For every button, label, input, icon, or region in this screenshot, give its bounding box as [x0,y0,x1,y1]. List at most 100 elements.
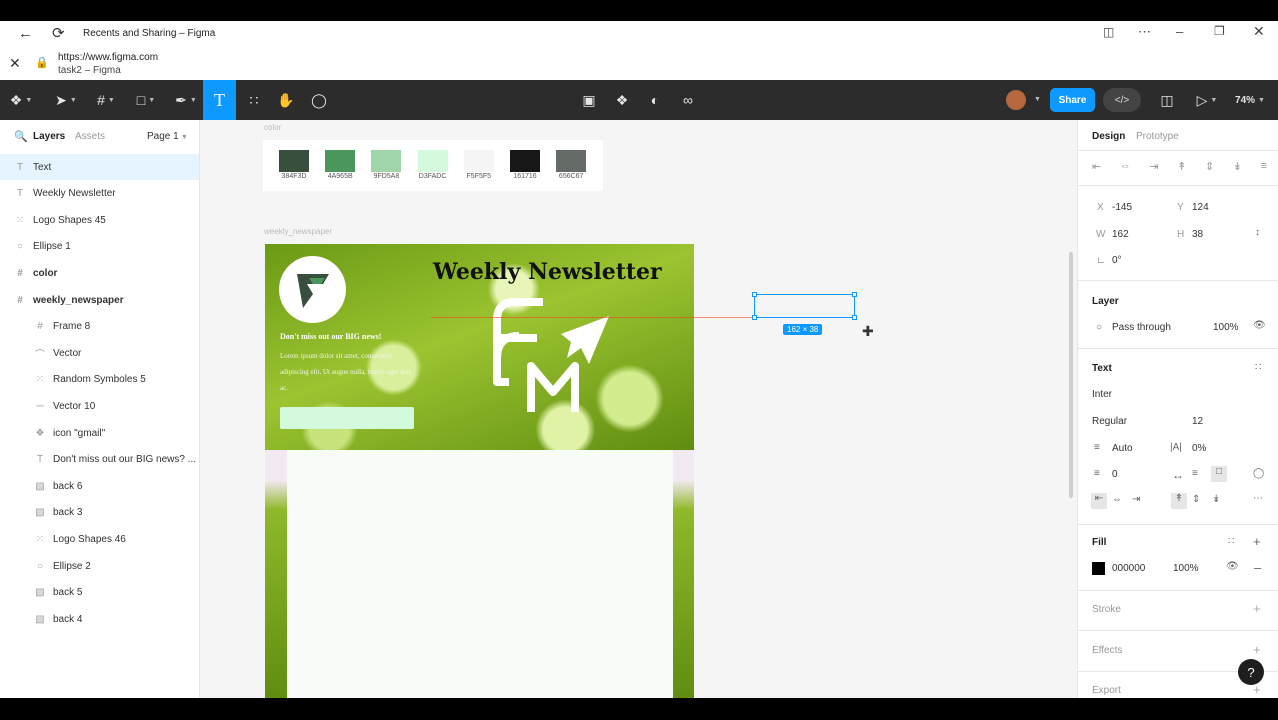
newsletter-frame-label[interactable]: weekly_newspaper [264,227,332,236]
resize-handle[interactable] [852,292,857,297]
align-middle-icon[interactable]: ⇕ [1205,160,1214,173]
font-size-field[interactable]: 12 [1192,416,1203,427]
line-height-field[interactable]: Auto [1112,443,1133,454]
height-field[interactable]: 38 [1192,229,1203,240]
newsletter-body[interactable]: Lorem ipsum dolor sit amet, consectetur … [280,348,420,396]
newsletter-content-area[interactable] [287,450,673,698]
mask-button[interactable]: ◐ [644,80,666,120]
auto-width-icon[interactable]: ↔ [1172,468,1184,482]
resize-handle[interactable] [852,315,857,320]
user-avatar[interactable] [1006,90,1026,110]
shape-tool-button[interactable]: □ ▼ [130,80,162,120]
fixed-size-icon[interactable]: □ [1211,466,1227,482]
layer-row[interactable]: T Weekly Newsletter [0,181,199,207]
constrain-proportions-icon[interactable]: ↕ [1255,227,1260,238]
distribute-icon[interactable]: ≡ [1261,160,1267,173]
page-selector[interactable]: Page 1 [147,131,179,142]
layer-row[interactable]: ⁙ Logo Shapes 45 [0,207,199,233]
layer-row[interactable]: T Text [0,154,199,180]
layer-row[interactable]: # weekly_newspaper [0,287,199,313]
align-center-icon[interactable]: ⇔ [1120,160,1131,173]
resources-button[interactable]: ∷ [242,80,266,120]
app-menu-icon[interactable]: ◫ [1103,25,1114,39]
reload-icon[interactable]: ⟳ [52,24,65,42]
font-weight-dropdown[interactable]: Regular [1092,416,1127,427]
more-text-options-icon[interactable]: ⋯ [1253,493,1263,504]
color-swatch[interactable] [417,150,448,172]
layer-row[interactable]: ▧ back 3 [0,500,199,526]
color-swatch[interactable] [325,150,356,172]
text-align-left-icon[interactable]: ⇤ [1091,493,1107,509]
comment-tool-button[interactable]: ◯ [307,80,331,120]
zoom-dropdown[interactable]: 74% ▼ [1230,80,1270,120]
url-text[interactable]: https://www.figma.com [58,52,158,63]
fill-visibility-icon[interactable]: 👁 [1226,561,1239,572]
layer-row[interactable]: ⌒ Vector [0,340,199,366]
close-window-icon[interactable]: ✕ [1253,23,1265,40]
chevron-down-icon[interactable]: ▼ [1034,96,1041,103]
layer-row[interactable]: ○ Ellipse 1 [0,234,199,260]
eye-icon[interactable]: 👁 [1253,320,1266,331]
color-swatch[interactable] [463,150,494,172]
library-button[interactable]: ◫ [1156,80,1178,120]
search-icon[interactable]: 🔍 [14,130,28,143]
vertical-align-top-icon[interactable]: ↟ [1171,493,1187,509]
letter-spacing-field[interactable]: 0% [1192,443,1206,454]
layer-row[interactable]: ─ Vector 10 [0,393,199,419]
tab-layers[interactable]: Layers [33,131,65,142]
width-field[interactable]: 162 [1112,229,1129,240]
cta-button[interactable] [280,407,414,429]
blend-mode-dropdown[interactable]: Pass through [1112,322,1171,333]
align-bottom-icon[interactable]: ↡ [1233,160,1242,173]
logo-circle[interactable] [279,256,346,323]
maximize-icon[interactable]: ❐ [1214,24,1225,38]
color-swatch[interactable] [279,150,309,172]
rotation-field[interactable]: 0° [1112,255,1122,266]
move-tool-button[interactable]: ➤ ▼ [50,80,82,120]
text-options-icon[interactable]: ◯ [1253,468,1264,479]
font-family-dropdown[interactable]: Inter [1092,389,1112,400]
layer-row[interactable]: ▧ back 6 [0,473,199,499]
canvas[interactable]: color 384F3D 4A965B 9FD5A8 D3FADC F5F5F5 1617… [200,120,1077,698]
text-align-center-icon[interactable]: ⇔ [1112,494,1122,505]
resize-handle[interactable] [752,315,757,320]
layer-row[interactable]: T Don't miss out our BIG news? ... [0,447,199,473]
help-button[interactable]: ? [1238,659,1264,685]
newsletter-headline[interactable]: Don't miss out our BIG news! [280,332,381,341]
resize-handle[interactable] [752,292,757,297]
auto-height-icon[interactable]: ≡ [1192,468,1198,479]
layer-row[interactable]: # Frame 8 [0,314,199,340]
layer-row[interactable]: ▧ back 4 [0,606,199,632]
more-options-icon[interactable]: ⋯ [1138,24,1151,40]
text-tool-button[interactable]: T [203,80,236,120]
link-button[interactable]: ∞ [677,80,699,120]
present-button[interactable]: ▷ ▼ [1193,80,1221,120]
hand-tool-button[interactable]: ✋ [274,80,298,120]
layer-row[interactable]: ⁙ Logo Shapes 46 [0,526,199,552]
vertical-align-middle-icon[interactable]: ⇕ [1192,494,1200,505]
text-align-right-icon[interactable]: ⇥ [1132,494,1140,505]
tab-prototype[interactable]: Prototype [1136,131,1179,142]
main-menu-button[interactable]: ❖ ▼ [6,80,36,120]
remove-fill-icon[interactable]: – [1254,560,1261,575]
chevron-down-icon[interactable]: ▼ [181,134,188,141]
share-button[interactable]: Share [1050,88,1095,112]
back-arrow-icon[interactable]: ← [18,25,33,42]
frame-tool-button[interactable]: # ▼ [90,80,122,120]
text-selection-box[interactable] [752,292,857,320]
layer-row[interactable]: ▧ back 5 [0,580,199,606]
text-styles-icon[interactable]: ∷ [1255,362,1261,373]
layer-row[interactable]: ⁙ Random Symboles 5 [0,367,199,393]
fill-styles-icon[interactable]: ∷ [1228,536,1234,547]
layer-opacity-field[interactable]: 100% [1213,322,1239,333]
add-stroke-icon[interactable]: + [1253,601,1261,616]
fill-hex-field[interactable]: 000000 [1112,563,1145,574]
layer-row[interactable]: # color [0,260,199,286]
align-left-icon[interactable]: ⇤ [1092,160,1101,173]
y-field[interactable]: 124 [1192,202,1209,213]
layer-row[interactable]: ❖ icon "gmail" [0,420,199,446]
pen-tool-button[interactable]: ✒ ▼ [170,80,202,120]
newsletter-frame[interactable]: Weekly Newsletter Don't miss out our BIG… [265,244,694,698]
dev-mode-toggle[interactable]: </> [1103,88,1141,112]
alignment-row[interactable]: ⇤ ⇔ ⇥ ↟ ⇕ ↡ ≡ [1092,160,1267,173]
